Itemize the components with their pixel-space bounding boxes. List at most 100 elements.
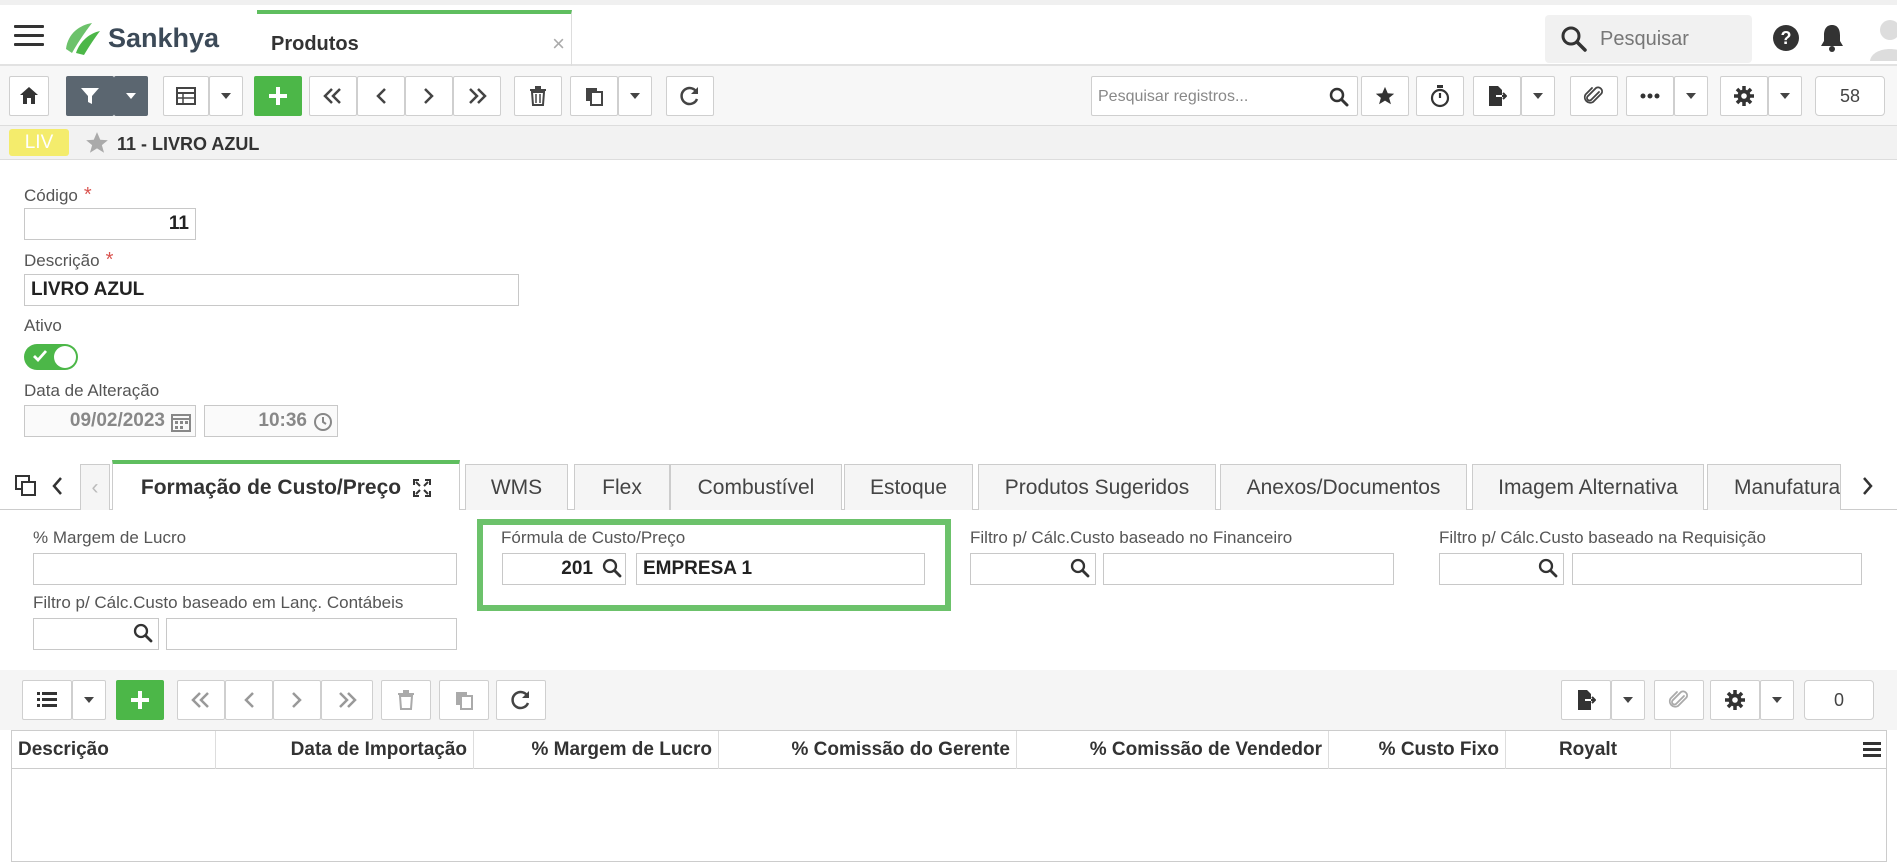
clock-icon[interactable] <box>313 412 333 432</box>
col-royalt[interactable]: Royalt <box>1506 731 1671 769</box>
grid-previous-button[interactable] <box>225 680 273 720</box>
add-record-button[interactable] <box>254 76 302 116</box>
previous-record-button[interactable] <box>357 76 405 116</box>
app-window: { "app": {"brand": "Sankhya", "tab_title… <box>0 0 1897 862</box>
settings-dropdown-button[interactable] <box>1768 76 1802 116</box>
help-icon[interactable]: ? <box>1772 24 1800 52</box>
attachments-button[interactable] <box>1570 76 1618 116</box>
tab-hidden-left[interactable]: ‹ <box>80 464 110 510</box>
search-icon[interactable] <box>1538 558 1558 578</box>
grid-first-button[interactable] <box>177 680 225 720</box>
tab-manufatura[interactable]: Manufatura <box>1707 464 1841 510</box>
column-menu-icon[interactable] <box>1862 741 1882 759</box>
filtro-financeiro-desc-field[interactable] <box>1103 553 1394 585</box>
grid-export-button[interactable] <box>1561 680 1611 720</box>
tab-anexos-documentos[interactable]: Anexos/Documentos <box>1220 464 1467 510</box>
refresh-button[interactable] <box>666 76 714 116</box>
favorite-button[interactable] <box>1361 76 1409 116</box>
data-grid: Descrição Data de Importação % Margem de… <box>11 730 1887 862</box>
grid-settings-button[interactable] <box>1710 680 1760 720</box>
tab-estoque[interactable]: Estoque <box>844 464 973 510</box>
grid-delete-button[interactable] <box>381 680 431 720</box>
codigo-field[interactable]: 11 <box>24 208 196 240</box>
caret-down-icon <box>84 697 94 703</box>
filter-dropdown-button[interactable] <box>114 76 148 116</box>
export-button[interactable] <box>1473 76 1521 116</box>
tabs-scroll-left-icon[interactable] <box>51 476 63 496</box>
last-record-button[interactable] <box>453 76 501 116</box>
grid-last-button[interactable] <box>321 680 373 720</box>
col-data-importacao[interactable]: Data de Importação <box>216 731 474 769</box>
search-icon[interactable] <box>133 623 153 643</box>
duplicate-button[interactable] <box>570 76 618 116</box>
calendar-icon[interactable] <box>171 412 191 432</box>
grid-duplicate-button[interactable] <box>439 680 489 720</box>
filtro-contabeis-desc-field[interactable] <box>166 618 457 650</box>
descricao-field[interactable]: LIVRO AZUL <box>24 274 519 306</box>
svg-text:?: ? <box>1781 28 1792 48</box>
brand-name: Sankhya <box>108 22 220 53</box>
tab-flex[interactable]: Flex <box>574 464 670 510</box>
grid-list-button[interactable] <box>22 680 72 720</box>
tab-label: Anexos/Documentos <box>1246 475 1441 499</box>
delete-button[interactable] <box>514 76 562 116</box>
more-actions-dropdown-button[interactable] <box>1674 76 1708 116</box>
tab-wms[interactable]: WMS <box>465 464 568 510</box>
caret-down-icon <box>1533 93 1543 99</box>
tab-produtos-sugeridos[interactable]: Produtos Sugeridos <box>978 464 1216 510</box>
global-search[interactable]: Pesquisar <box>1545 15 1752 63</box>
avatar[interactable] <box>1868 17 1897 61</box>
grid-view-dropdown-button[interactable] <box>209 76 243 116</box>
col-margem-lucro[interactable]: % Margem de Lucro <box>474 731 719 769</box>
chevron-left-icon <box>376 88 386 104</box>
home-icon <box>20 87 38 104</box>
more-actions-button[interactable] <box>1626 76 1674 116</box>
export-dropdown-button[interactable] <box>1521 76 1555 116</box>
tab-label: Imagem Alternativa <box>1498 475 1678 499</box>
timer-button[interactable] <box>1416 76 1464 116</box>
refresh-icon <box>680 86 699 106</box>
tabs-scroll-right-icon[interactable] <box>1862 476 1874 496</box>
grid-list-dropdown-button[interactable] <box>72 680 106 720</box>
search-icon[interactable] <box>1070 558 1090 578</box>
grid-settings-dropdown-button[interactable] <box>1760 680 1794 720</box>
search-icon[interactable] <box>1329 87 1349 107</box>
ativo-toggle[interactable] <box>24 344 78 370</box>
tab-label: Formação de Custo/Preço <box>140 475 402 499</box>
records-search-input[interactable]: Pesquisar registros... <box>1091 76 1358 116</box>
record-badge: LIV <box>9 129 69 156</box>
home-button[interactable] <box>9 76 49 116</box>
star-icon[interactable] <box>84 130 110 156</box>
formula-description-field[interactable]: EMPRESA 1 <box>636 553 925 585</box>
expand-icon[interactable] <box>413 478 432 497</box>
first-record-button[interactable] <box>309 76 357 116</box>
grid-next-button[interactable] <box>273 680 321 720</box>
next-record-button[interactable] <box>405 76 453 116</box>
grid-export-dropdown-button[interactable] <box>1611 680 1645 720</box>
tab-imagem-alternativa[interactable]: Imagem Alternativa <box>1472 464 1704 510</box>
filter-icon <box>81 88 99 104</box>
grid-view-button[interactable] <box>163 76 209 116</box>
grid-refresh-button[interactable] <box>496 680 546 720</box>
search-icon[interactable] <box>602 558 622 578</box>
grid-attachments-button[interactable] <box>1654 680 1704 720</box>
margem-lucro-field[interactable] <box>33 553 457 585</box>
tab-formacao-custo-preco[interactable]: Formação de Custo/Preço <box>112 460 460 511</box>
col-comissao-vendedor[interactable]: % Comissão de Vendedor <box>1017 731 1329 769</box>
top-bar: Sankhya Produtos × Pesquisar ? <box>0 0 1897 69</box>
trash-icon <box>398 690 414 710</box>
col-descricao[interactable]: Descrição <box>12 731 216 769</box>
grid-add-button[interactable] <box>116 680 164 720</box>
duplicate-dropdown-button[interactable] <box>618 76 652 116</box>
filtro-requisicao-desc-field[interactable] <box>1572 553 1862 585</box>
copy-tabs-icon[interactable] <box>15 475 37 497</box>
col-comissao-gerente[interactable]: % Comissão do Gerente <box>719 731 1017 769</box>
settings-button[interactable] <box>1720 76 1768 116</box>
bell-icon[interactable] <box>1819 23 1845 53</box>
tab-combustivel[interactable]: Combustível <box>670 464 842 510</box>
col-custo-fixo[interactable]: % Custo Fixo <box>1329 731 1506 769</box>
tab-produtos[interactable]: Produtos × <box>257 10 572 69</box>
menu-icon[interactable] <box>14 25 44 51</box>
filter-button[interactable] <box>66 76 114 116</box>
close-tab-icon[interactable]: × <box>552 31 565 57</box>
